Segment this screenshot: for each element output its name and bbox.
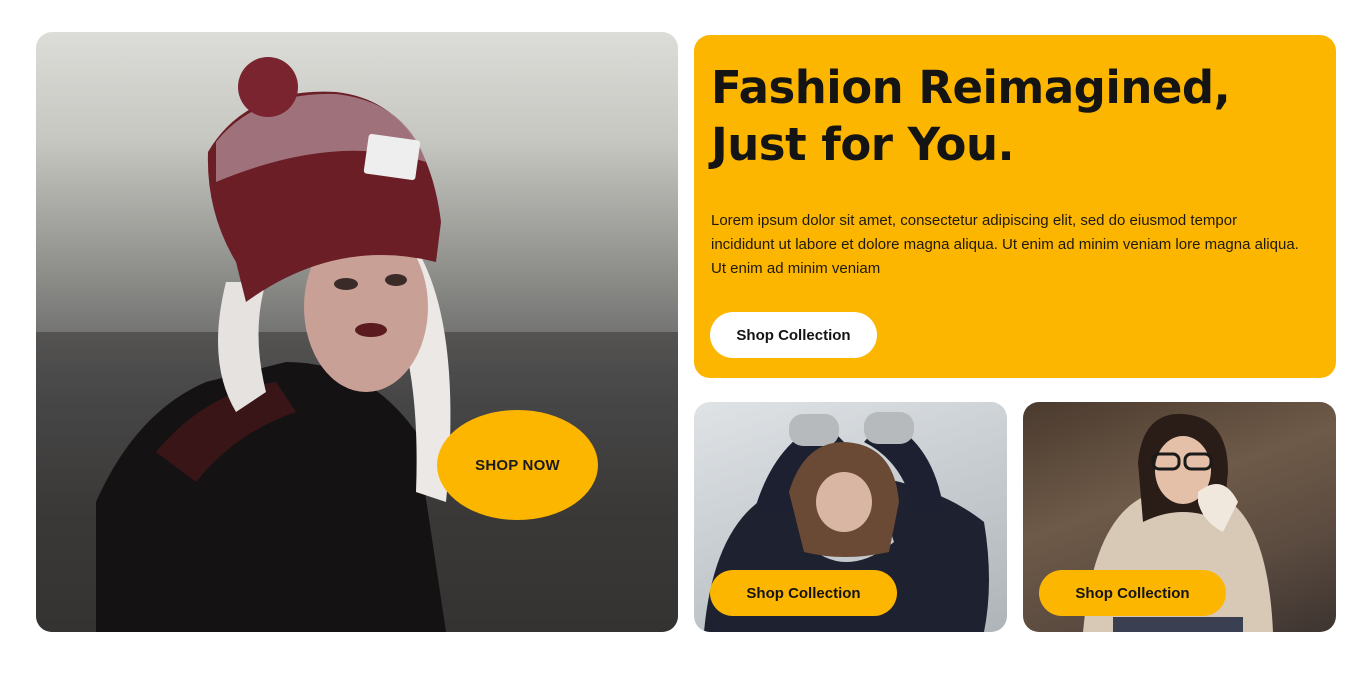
shop-now-button[interactable]: SHOP NOW (437, 410, 598, 520)
collection-card-2: Shop Collection (1023, 402, 1336, 632)
shop-collection-button-card-1[interactable]: Shop Collection (710, 570, 897, 616)
shop-collection-button-card-2[interactable]: Shop Collection (1039, 570, 1226, 616)
promo-title: Fashion Reimagined, Just for You. (711, 61, 1231, 171)
promo-card: Fashion Reimagined, Just for You. Lorem … (694, 35, 1336, 378)
shop-collection-button[interactable]: Shop Collection (710, 312, 877, 358)
hero-image-card: SHOP NOW (36, 32, 678, 632)
promo-description: Lorem ipsum dolor sit amet, consectetur … (711, 212, 1299, 277)
collection-card-1: Shop Collection (694, 402, 1007, 632)
hero-photo (36, 57, 678, 632)
